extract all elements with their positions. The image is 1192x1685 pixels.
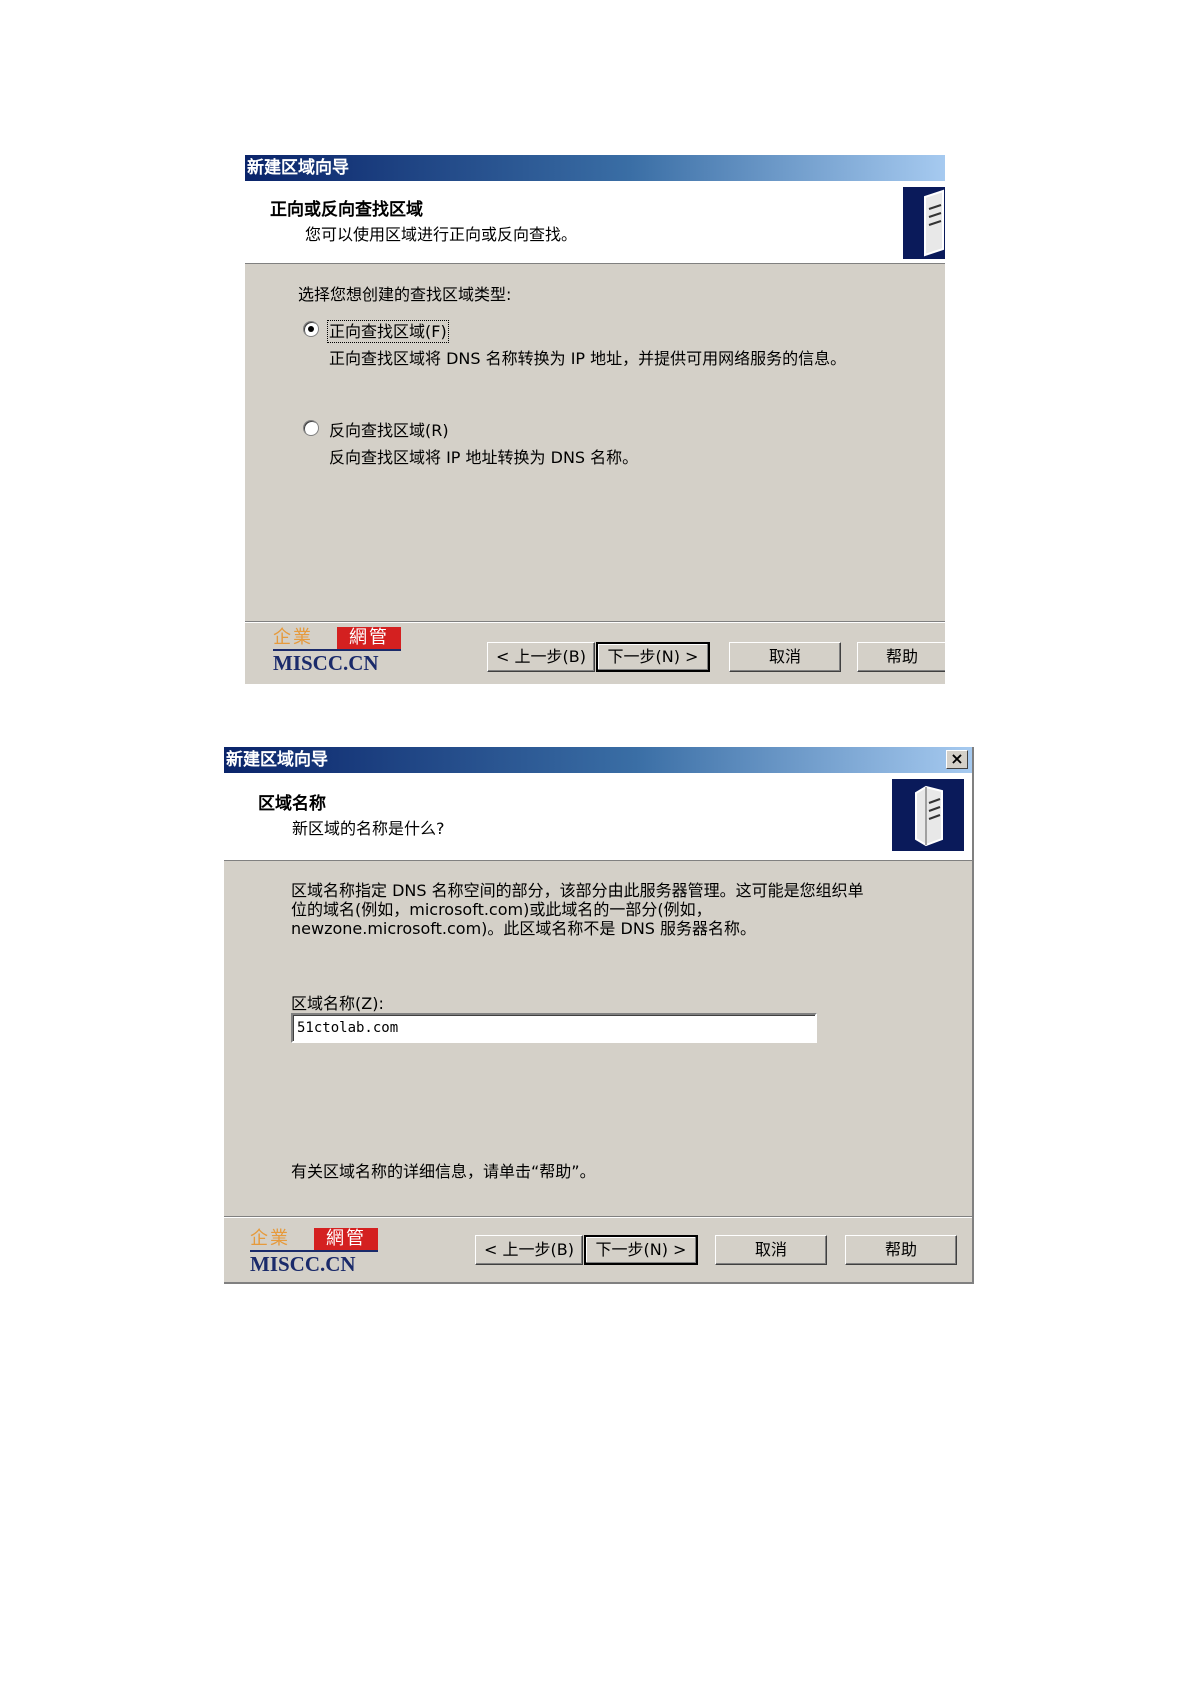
logo-text-en: MISCC.CN	[250, 1252, 356, 1276]
wizard-header: 正向或反向查找区域 您可以使用区域进行正向或反向查找。	[245, 181, 945, 264]
zone-name-help-text: 有关区域名称的详细信息，请单击“帮助”。	[291, 1162, 596, 1181]
radio-selected-icon[interactable]	[303, 321, 319, 337]
reverse-lookup-description: 反向查找区域将 IP 地址转换为 DNS 名称。	[329, 448, 639, 467]
zone-name-label: 区域名称(Z):	[291, 994, 384, 1013]
wizard-header: 区域名称 新区域的名称是什么?	[224, 773, 972, 861]
logo-text-en: MISCC.CN	[273, 651, 379, 675]
server-icon	[903, 187, 945, 259]
forward-lookup-label: 正向查找区域(F)	[327, 320, 449, 343]
back-button[interactable]: < 上一步(B)	[475, 1235, 583, 1265]
header-title: 正向或反向查找区域	[270, 200, 423, 220]
back-button[interactable]: < 上一步(B)	[487, 642, 595, 672]
lookup-type-prompt: 选择您想创建的查找区域类型:	[298, 285, 512, 304]
zone-name-input[interactable]: 51ctolab.com	[291, 1013, 817, 1043]
logo-text-cn-right: 網管	[337, 627, 401, 649]
reverse-lookup-option[interactable]: 反向查找区域(R)	[329, 417, 449, 441]
miscc-logo: 企業 網管 MISCC.CN	[273, 627, 403, 677]
help-button[interactable]: 帮助	[845, 1235, 957, 1265]
footer-divider	[224, 1216, 972, 1218]
miscc-logo: 企業 網管 MISCC.CN	[250, 1228, 380, 1278]
footer-divider	[245, 621, 945, 623]
description-line-1: 区域名称指定 DNS 名称空间的部分，该部分由此服务器管理。这可能是您组织单	[291, 881, 864, 900]
wizard-dialog-zone-name: 新建区域向导 × 区域名称 新区域的名称是什么? 区域名称指定 DNS 名称空间…	[224, 747, 974, 1284]
cancel-button[interactable]: 取消	[715, 1235, 827, 1265]
wizard-dialog-lookup-zone: 新建区域向导 正向或反向查找区域 您可以使用区域进行正向或反向查找。 选择您想创…	[245, 155, 945, 684]
header-subtitle: 新区域的名称是什么?	[292, 819, 445, 838]
dialog-title-bar[interactable]: 新建区域向导	[224, 747, 972, 773]
close-icon[interactable]: ×	[946, 750, 968, 769]
header-subtitle: 您可以使用区域进行正向或反向查找。	[305, 225, 578, 244]
dialog-title-bar[interactable]: 新建区域向导	[245, 155, 945, 181]
forward-lookup-option[interactable]: 正向查找区域(F)	[327, 318, 449, 343]
logo-text-cn-left: 企業	[273, 627, 313, 648]
header-title: 区域名称	[258, 794, 326, 814]
cancel-button[interactable]: 取消	[729, 642, 841, 672]
description-line-3: newzone.microsoft.com)。此区域名称不是 DNS 服务器名称…	[291, 919, 757, 938]
server-icon	[892, 779, 964, 851]
radio-unselected-icon[interactable]	[303, 420, 319, 436]
forward-lookup-description: 正向查找区域将 DNS 名称转换为 IP 地址，并提供可用网络服务的信息。	[329, 349, 847, 368]
description-line-2: 位的域名(例如，microsoft.com)或此域名的一部分(例如，	[291, 900, 712, 919]
zone-name-description: 区域名称指定 DNS 名称空间的部分，该部分由此服务器管理。这可能是您组织单 位…	[291, 881, 864, 938]
logo-text-cn-right: 網管	[314, 1228, 378, 1250]
help-button[interactable]: 帮助	[857, 642, 945, 672]
next-button[interactable]: 下一步(N) >	[596, 642, 710, 672]
logo-text-cn-left: 企業	[250, 1228, 290, 1249]
next-button[interactable]: 下一步(N) >	[584, 1235, 698, 1265]
